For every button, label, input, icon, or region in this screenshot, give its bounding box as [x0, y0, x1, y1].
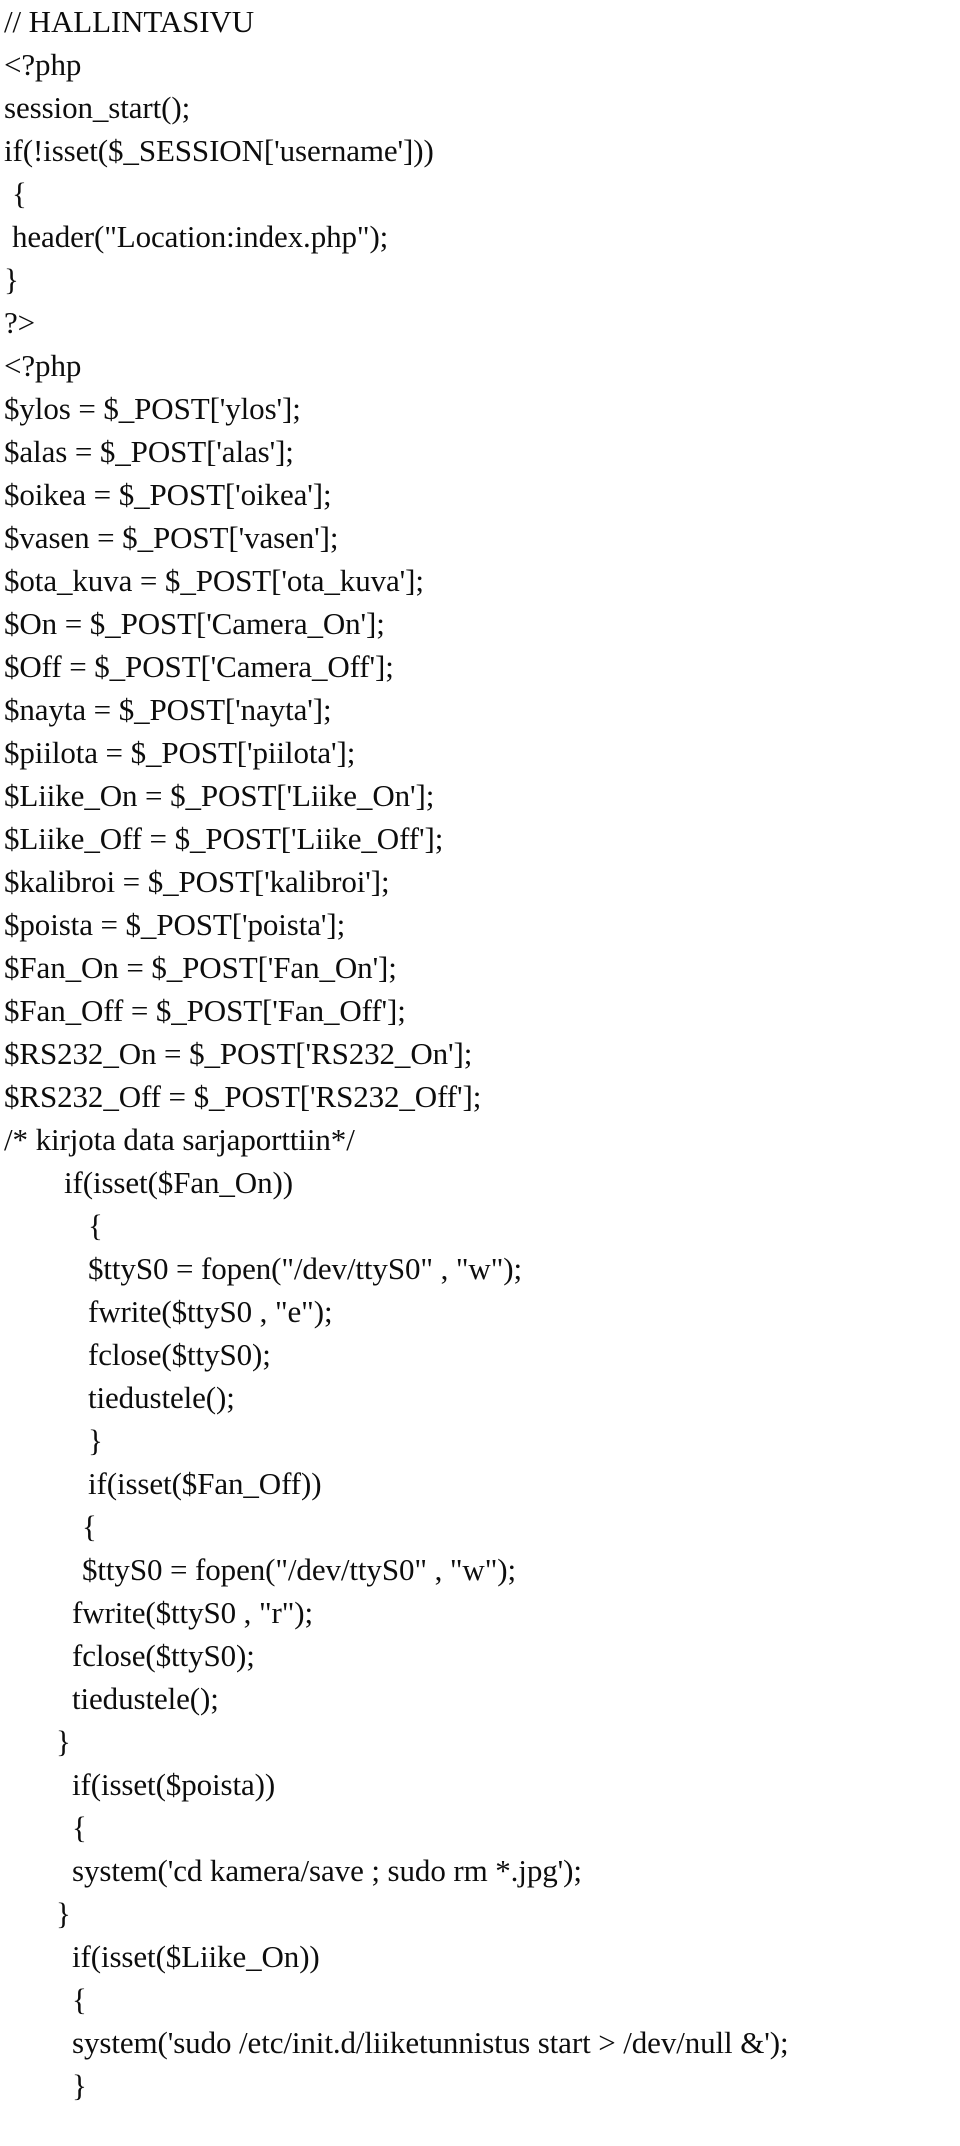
code-listing: // HALLINTASIVU <?php session_start(); if(!… [0, 0, 960, 2107]
code-line: { [72, 1982, 87, 2017]
code-line: $oikea = $_POST['oikea']; [4, 477, 332, 512]
code-line: if(isset($poista)) [72, 1767, 276, 1802]
code-line: if(isset($Fan_On)) [64, 1165, 293, 1200]
code-line: $Fan_Off = $_POST['Fan_Off']; [4, 993, 406, 1028]
code-line: if(isset($Liike_On)) [72, 1939, 320, 1974]
code-line: $nayta = $_POST['nayta']; [4, 692, 332, 727]
code-line: $piilota = $_POST['piilota']; [4, 735, 356, 770]
code-line: { [82, 1509, 97, 1544]
code-line: fclose($ttyS0); [88, 1337, 271, 1372]
code-line: $ttyS0 = fopen("/dev/ttyS0" , "w"); [88, 1251, 522, 1286]
code-line: header("Location:index.php"); [12, 219, 389, 254]
code-line: /* kirjota data sarjaporttiin*/ [4, 1122, 355, 1157]
code-line: system('cd kamera/save ; sudo rm *.jpg')… [72, 1853, 582, 1888]
code-line: } [56, 1724, 71, 1759]
code-line: if(isset($Fan_Off)) [88, 1466, 322, 1501]
code-line: $poista = $_POST['poista']; [4, 907, 346, 942]
code-line: $vasen = $_POST['vasen']; [4, 520, 339, 555]
code-line: { [12, 176, 27, 211]
code-line: if(!isset($_SESSION['username'])) [4, 133, 434, 168]
code-line: } [4, 262, 19, 297]
code-line: tiedustele(); [88, 1380, 235, 1415]
code-line: $ota_kuva = $_POST['ota_kuva']; [4, 563, 424, 598]
code-line: ?> [4, 305, 36, 340]
code-line: <?php [4, 348, 82, 383]
code-line: { [72, 1810, 87, 1845]
code-line: fwrite($ttyS0 , "e"); [88, 1294, 333, 1329]
code-line: $RS232_On = $_POST['RS232_On']; [4, 1036, 473, 1071]
code-line: } [88, 1423, 103, 1458]
code-line: } [72, 2068, 87, 2103]
code-line: $alas = $_POST['alas']; [4, 434, 294, 469]
code-line: session_start(); [4, 90, 191, 125]
code-line: // HALLINTASIVU [4, 4, 255, 39]
code-line: fwrite($ttyS0 , "r"); [72, 1595, 314, 1630]
code-line: $Liike_On = $_POST['Liike_On']; [4, 778, 435, 813]
code-line: fclose($ttyS0); [72, 1638, 255, 1673]
code-line: tiedustele(); [72, 1681, 219, 1716]
code-line: $RS232_Off = $_POST['RS232_Off']; [4, 1079, 482, 1114]
code-line: $ttyS0 = fopen("/dev/ttyS0" , "w"); [82, 1552, 516, 1587]
code-line: } [56, 1896, 71, 1931]
code-line: { [88, 1208, 103, 1243]
code-line: system('sudo /etc/init.d/liiketunnistus … [72, 2025, 789, 2060]
code-line: $On = $_POST['Camera_On']; [4, 606, 385, 641]
code-line: $Off = $_POST['Camera_Off']; [4, 649, 394, 684]
code-line: <?php [4, 47, 82, 82]
code-line: $Liike_Off = $_POST['Liike_Off']; [4, 821, 444, 856]
code-line: $ylos = $_POST['ylos']; [4, 391, 301, 426]
code-line: $Fan_On = $_POST['Fan_On']; [4, 950, 397, 985]
code-line: $kalibroi = $_POST['kalibroi']; [4, 864, 390, 899]
